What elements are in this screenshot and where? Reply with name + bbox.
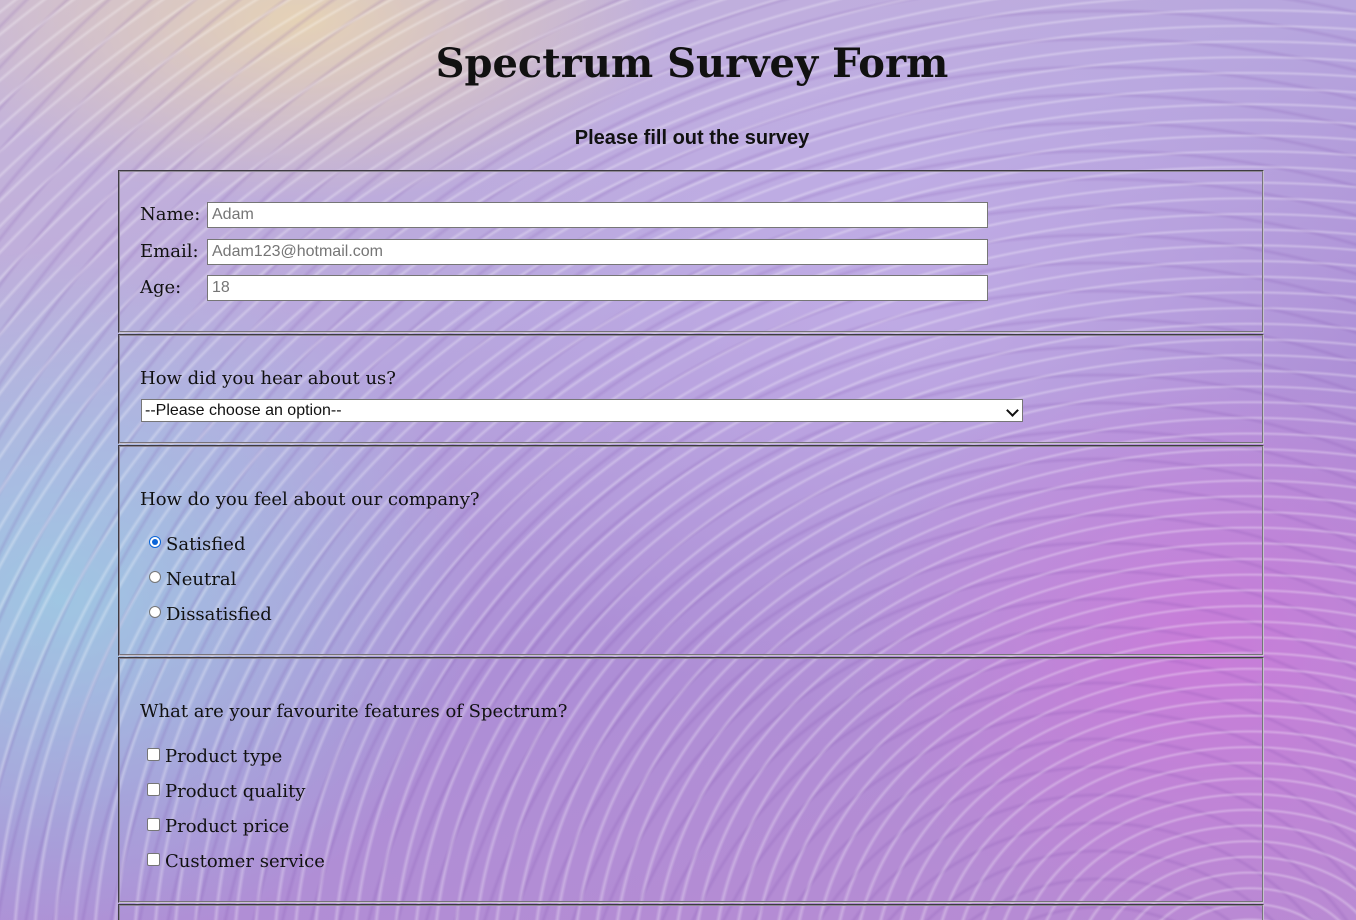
radio-neutral[interactable] <box>149 571 161 583</box>
checkbox-product-price[interactable] <box>147 818 160 831</box>
referral-select[interactable]: --Please choose an option-- <box>141 399 1023 422</box>
age-input[interactable] <box>207 275 988 301</box>
checkbox-label-customer-service: Customer service <box>165 851 325 872</box>
radio-label-satisfied: Satisfied <box>166 534 246 555</box>
checkbox-product-type[interactable] <box>147 748 160 761</box>
referral-fieldset: How did you hear about us? --Please choo… <box>118 334 1264 444</box>
checkbox-label-product-price: Product price <box>165 816 290 837</box>
radio-label-dissatisfied: Dissatisfied <box>166 604 272 625</box>
radio-satisfied[interactable] <box>149 536 161 548</box>
feeling-fieldset: How do you feel about our company? Satis… <box>118 445 1264 656</box>
feeling-question: How do you feel about our company? <box>140 489 480 510</box>
checkbox-customer-service[interactable] <box>147 853 160 866</box>
name-label: Name: <box>140 204 201 225</box>
name-input[interactable] <box>207 202 988 228</box>
next-fieldset <box>118 904 1264 920</box>
page-title: Spectrum Survey Form <box>435 40 949 87</box>
referral-selected-value: --Please choose an option-- <box>145 402 342 419</box>
page-subtitle: Please fill out the survey <box>574 127 810 149</box>
age-label: Age: <box>140 277 182 298</box>
radio-label-neutral: Neutral <box>166 569 237 590</box>
email-label: Email: <box>140 241 199 262</box>
features-fieldset: What are your favourite features of Spec… <box>118 657 1264 903</box>
radio-dissatisfied[interactable] <box>149 606 161 618</box>
checkbox-label-product-type: Product type <box>165 746 283 767</box>
features-question: What are your favourite features of Spec… <box>140 701 568 722</box>
checkbox-product-quality[interactable] <box>147 783 160 796</box>
personal-info-fieldset: Name: Email: Age: <box>118 170 1264 333</box>
referral-question: How did you hear about us? <box>140 368 396 389</box>
checkbox-label-product-quality: Product quality <box>165 781 306 802</box>
email-input[interactable] <box>207 239 988 265</box>
chevron-down-icon <box>1006 404 1019 417</box>
